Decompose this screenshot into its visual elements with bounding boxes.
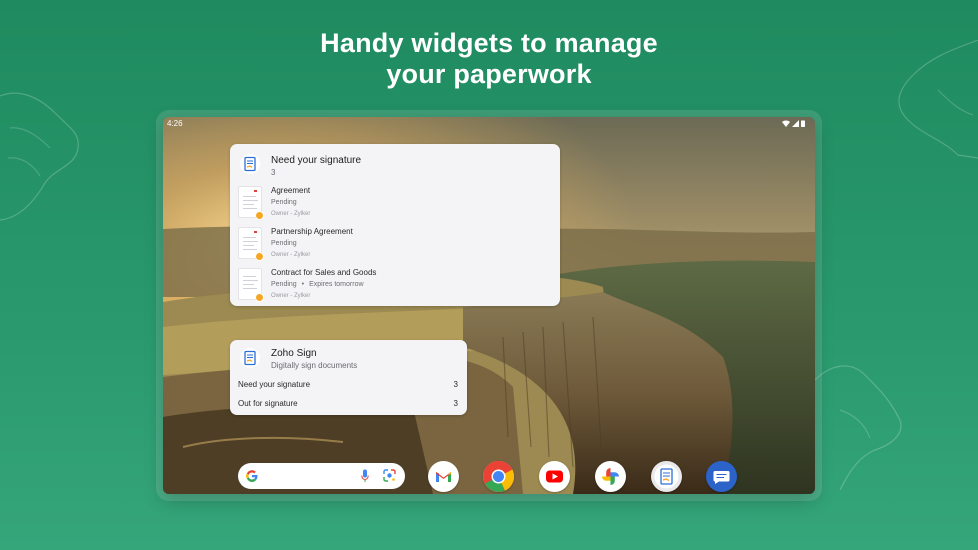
photos-icon[interactable] — [595, 461, 626, 492]
headline-line-2: your paperwork — [386, 59, 592, 89]
document-thumbnail — [238, 227, 264, 261]
widget-title: Zoho Sign — [271, 348, 317, 359]
decorative-outline-right-bottom — [814, 365, 902, 490]
pending-badge-icon — [255, 252, 264, 261]
google-g-icon[interactable] — [246, 470, 258, 482]
zoho-sign-widget[interactable]: Zoho Sign Digitally sign documents Need … — [230, 340, 467, 415]
zoho-sign-icon[interactable] — [651, 461, 682, 492]
document-name: Partnership Agreement — [271, 227, 353, 236]
document-expiry: Expires tomorrow — [309, 281, 364, 288]
widget-subtitle: Digitally sign documents — [271, 361, 358, 370]
microphone-icon[interactable] — [361, 469, 369, 483]
document-thumbnail — [238, 268, 264, 302]
document-status: Pending — [271, 199, 297, 206]
zoho-sign-app-icon — [240, 154, 260, 174]
chrome-icon[interactable] — [483, 461, 514, 492]
document-name: Contract for Sales and Goods — [271, 268, 377, 277]
headline-line-1: Handy widgets to manage — [320, 28, 658, 58]
document-status: Pending — [271, 240, 297, 247]
status-bar: 4:26 — [163, 117, 815, 131]
document-status: Pending — [271, 281, 297, 288]
document-owner: Owner - Zylker — [271, 252, 311, 258]
summary-row-count: 3 — [453, 399, 458, 408]
summary-row-label: Out for signature — [238, 399, 298, 408]
zoho-sign-app-icon — [240, 348, 260, 368]
google-lens-icon[interactable] — [383, 469, 396, 482]
status-time: 4:26 — [167, 119, 183, 128]
messages-icon[interactable] — [706, 461, 737, 492]
summary-row-count: 3 — [453, 380, 458, 389]
document-owner: Owner - Zylker — [271, 293, 311, 299]
signal-icon — [792, 120, 799, 127]
summary-row-label: Need your signature — [238, 380, 311, 389]
gmail-icon[interactable] — [428, 461, 459, 492]
wifi-icon — [782, 120, 790, 127]
battery-icon — [801, 120, 805, 127]
need-signature-widget[interactable]: Need your signature 3 Agreement Pending … — [230, 144, 560, 306]
decorative-outline-left — [0, 92, 79, 221]
pending-badge-icon — [255, 293, 264, 302]
headline: Handy widgets to manage your paperwork — [0, 28, 978, 90]
document-thumbnail — [238, 186, 264, 220]
tablet-screen: 4:26 Need your signature 3 Agreement Pen… — [163, 117, 815, 494]
google-search-bar[interactable] — [238, 463, 405, 489]
separator-dot: • — [301, 281, 305, 288]
document-status-line: Pending • Expires tomorrow — [271, 281, 364, 288]
document-name: Agreement — [271, 186, 311, 195]
youtube-icon[interactable] — [539, 461, 570, 492]
pending-badge-icon — [255, 211, 264, 220]
widget-title: Need your signature — [271, 155, 362, 166]
document-owner: Owner - Zylker — [271, 211, 311, 217]
widget-count: 3 — [271, 168, 276, 177]
